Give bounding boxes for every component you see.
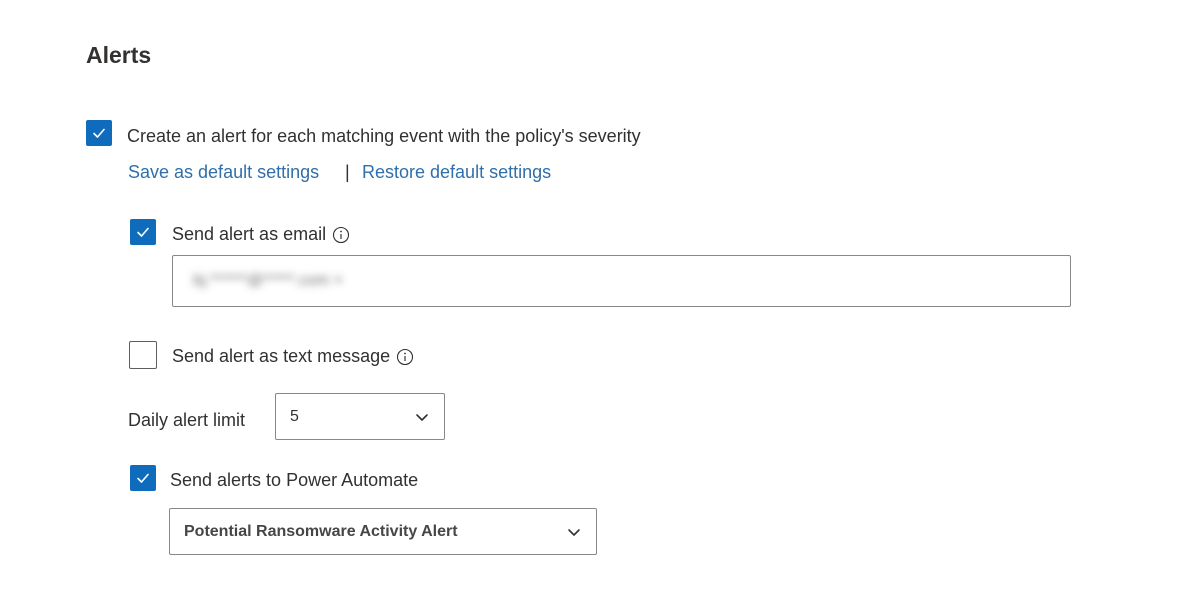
save-default-settings-link[interactable]: Save as default settings: [128, 162, 319, 183]
text-alert-checkbox[interactable]: [129, 341, 157, 369]
email-recipient-value: bj.******@*****.com ×: [193, 272, 344, 289]
daily-limit-value: 5: [290, 407, 299, 425]
create-alert-label[interactable]: Create an alert for each matching event …: [127, 126, 641, 147]
chevron-down-icon: [416, 413, 428, 421]
create-alert-checkbox[interactable]: [86, 120, 112, 146]
link-separator: |: [345, 162, 350, 182]
info-icon[interactable]: [396, 348, 414, 366]
email-alert-label[interactable]: Send alert as email: [172, 224, 326, 245]
checkmark-icon: [93, 128, 105, 138]
chevron-down-icon: [568, 528, 580, 536]
power-automate-flow-dropdown[interactable]: Potential Ransomware Activity Alert: [169, 508, 597, 555]
alerts-settings-page: Alerts Create an alert for each matching…: [0, 0, 1192, 603]
power-automate-checkbox[interactable]: [130, 465, 156, 491]
email-recipients-input[interactable]: bj.******@*****.com ×: [172, 255, 1071, 307]
text-alert-label[interactable]: Send alert as text message: [172, 346, 390, 367]
text-alert-label-row: Send alert as text message: [172, 346, 414, 367]
section-title: Alerts: [86, 42, 152, 68]
email-alert-label-row: Send alert as email: [172, 224, 350, 245]
restore-default-settings-link[interactable]: Restore default settings: [362, 162, 551, 183]
daily-limit-dropdown[interactable]: 5: [275, 393, 445, 440]
power-automate-label[interactable]: Send alerts to Power Automate: [170, 470, 418, 491]
checkmark-icon: [137, 473, 149, 483]
email-alert-checkbox[interactable]: [130, 219, 156, 245]
info-icon[interactable]: [332, 226, 350, 244]
daily-limit-label: Daily alert limit: [128, 410, 246, 430]
checkmark-icon: [137, 227, 149, 237]
power-automate-flow-value: Potential Ransomware Activity Alert: [184, 522, 458, 540]
